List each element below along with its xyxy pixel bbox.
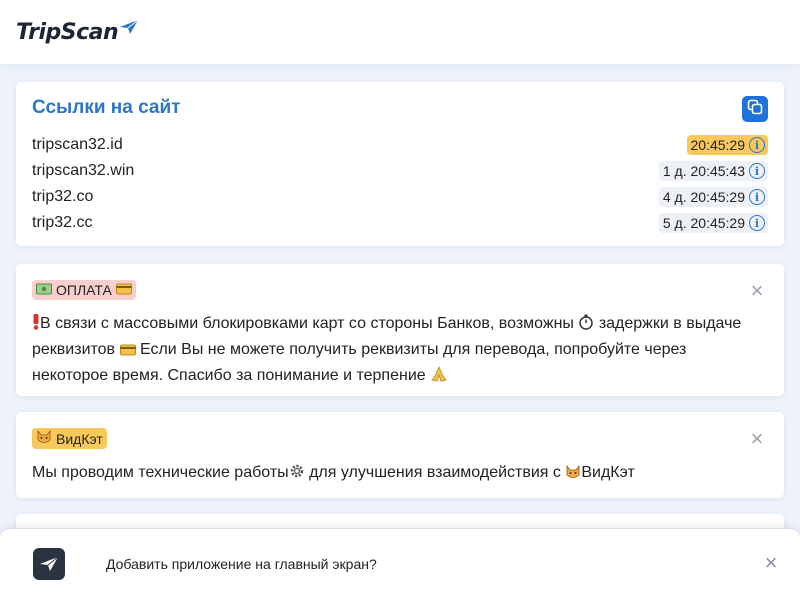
link-time: 4 д. 20:45:29 xyxy=(662,189,745,205)
payment-notice-text: В связи с массовыми блокировками карт со… xyxy=(32,312,768,390)
install-app-banner: Добавить приложение на главный экран? × xyxy=(0,528,800,600)
link-row: trip32.co 4 д. 20:45:29 i xyxy=(32,184,768,210)
header: TripScan xyxy=(0,0,800,64)
link-time-badge: 20:45:29 i xyxy=(686,135,768,155)
gear-icon xyxy=(289,463,305,487)
link-url[interactable]: trip32.cc xyxy=(32,214,92,232)
copy-button[interactable] xyxy=(742,96,768,122)
close-icon[interactable]: × xyxy=(762,552,780,574)
stopwatch-icon xyxy=(578,314,594,338)
credit-card-icon xyxy=(119,340,136,364)
info-icon[interactable]: i xyxy=(749,215,765,231)
praying-hands-icon xyxy=(430,366,448,390)
paper-plane-icon xyxy=(120,15,139,40)
payment-notice-card: ОПЛАТА × В связи с массовыми блокировкам… xyxy=(16,264,784,396)
vidkat-tag: ВидКэт xyxy=(32,428,107,449)
link-url[interactable]: tripscan32.id xyxy=(32,136,123,154)
link-time: 5 д. 20:45:29 xyxy=(662,215,745,231)
cat-icon xyxy=(36,429,52,447)
banknote-icon xyxy=(36,282,52,298)
links-title: Ссылки на сайт xyxy=(32,97,181,118)
vidkat-text-2: для улучшения взаимодействия с xyxy=(309,464,561,481)
cat-icon xyxy=(565,463,581,487)
payment-text-1: В связи с массовыми блокировками карт со… xyxy=(40,315,574,332)
vidkat-text-1: Мы проводим технические работы xyxy=(32,464,289,481)
vidkat-notice-text: Мы проводим технические работы для улучш… xyxy=(32,461,768,487)
link-row: tripscan32.win 1 д. 20:45:43 i xyxy=(32,158,768,184)
link-time-badge: 1 д. 20:45:43 i xyxy=(658,161,768,181)
links-list: tripscan32.id 20:45:29 i tripscan32.win … xyxy=(32,132,768,236)
app-icon xyxy=(33,548,65,580)
logo-text: TripScan xyxy=(16,19,119,45)
install-prompt-text[interactable]: Добавить приложение на главный экран? xyxy=(106,556,377,572)
vidkat-notice-card: ВидКэт × Мы проводим технические работы … xyxy=(16,412,784,498)
copy-icon xyxy=(747,99,763,120)
link-row: trip32.cc 5 д. 20:45:29 i xyxy=(32,210,768,236)
vidkat-text-3: ВидКэт xyxy=(581,464,635,481)
link-url[interactable]: tripscan32.win xyxy=(32,162,134,180)
close-icon[interactable]: × xyxy=(748,428,766,450)
payment-tag: ОПЛАТА xyxy=(32,280,136,300)
credit-card-icon xyxy=(115,282,132,298)
exclamation-icon xyxy=(32,314,40,338)
link-time-badge: 5 д. 20:45:29 i xyxy=(658,213,768,233)
link-time: 20:45:29 xyxy=(690,137,746,153)
info-icon[interactable]: i xyxy=(749,189,765,205)
close-icon[interactable]: × xyxy=(748,280,766,302)
vidkat-tag-label: ВидКэт xyxy=(56,430,103,447)
link-time: 1 д. 20:45:43 xyxy=(662,163,745,179)
link-url[interactable]: trip32.co xyxy=(32,188,93,206)
info-icon[interactable]: i xyxy=(749,163,765,179)
links-card: Ссылки на сайт tripscan32.id 20:45:29 i … xyxy=(16,82,784,246)
link-row: tripscan32.id 20:45:29 i xyxy=(32,132,768,158)
payment-tag-label: ОПЛАТА xyxy=(56,282,112,298)
info-icon[interactable]: i xyxy=(749,137,765,153)
link-time-badge: 4 д. 20:45:29 i xyxy=(658,187,768,207)
logo[interactable]: TripScan xyxy=(16,19,139,45)
